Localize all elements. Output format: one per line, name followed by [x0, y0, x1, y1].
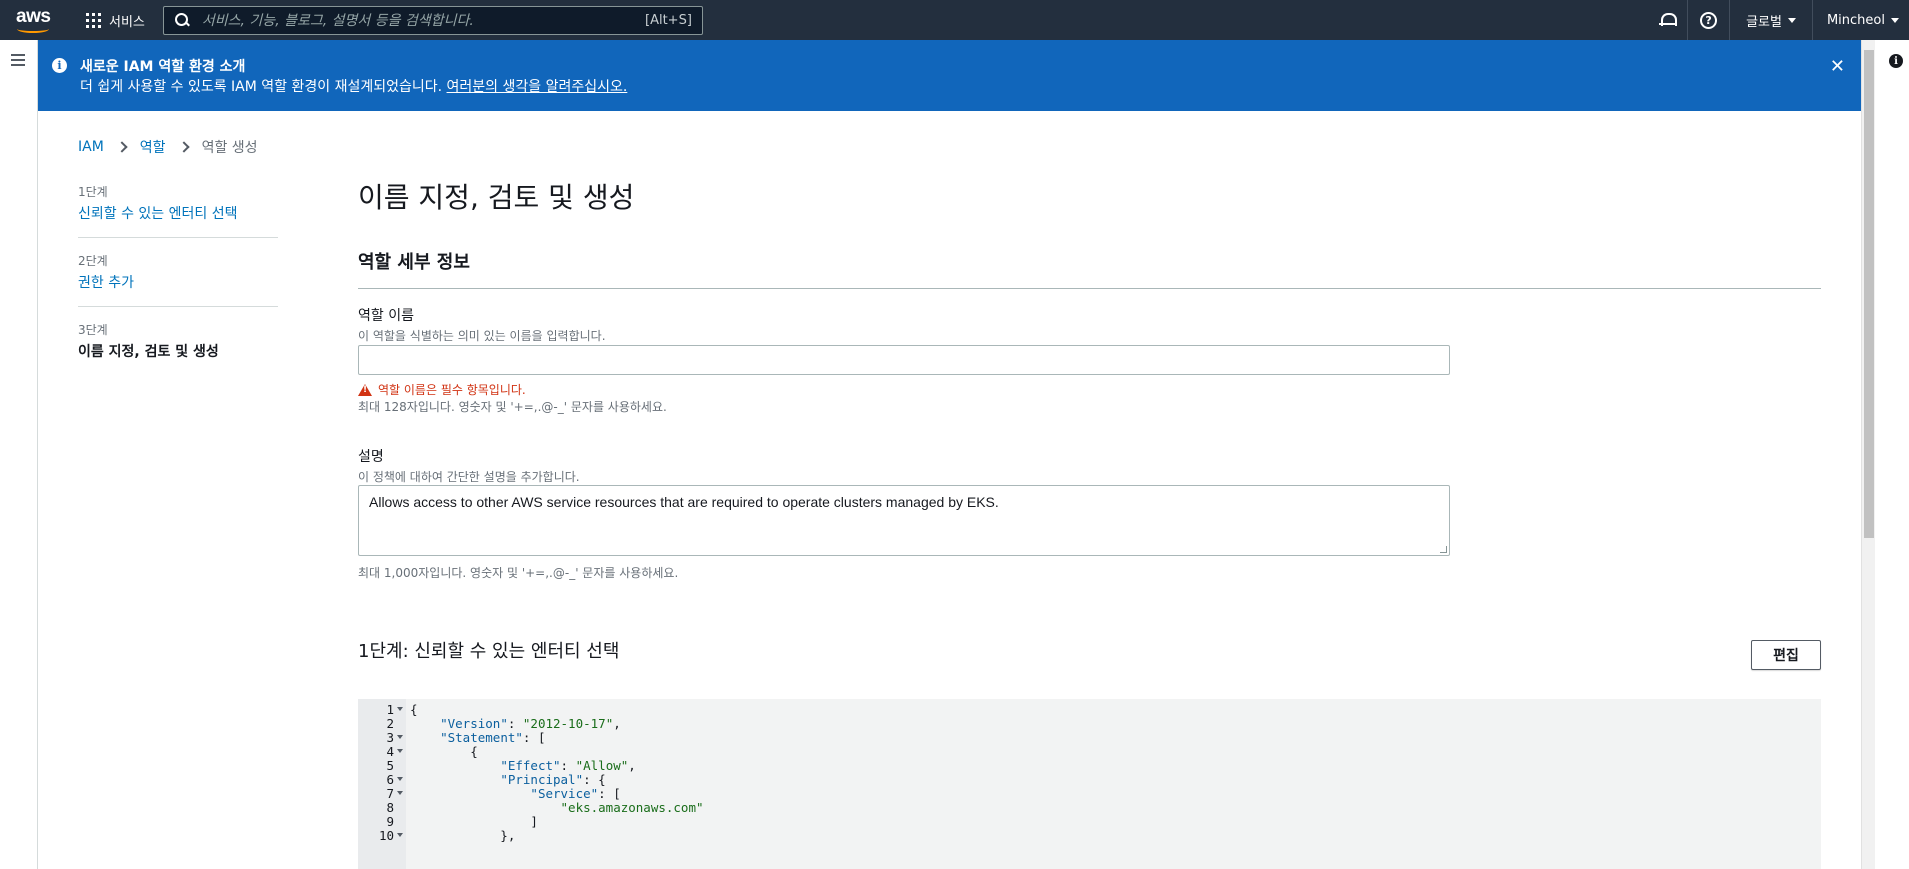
help-button[interactable]: ?: [1687, 0, 1729, 40]
description-label: 설명: [358, 449, 384, 465]
wizard-steps: 1단계 신뢰할 수 있는 엔터티 선택 2단계 권한 추가 3단계 이름 지정,…: [78, 183, 278, 389]
flash-message: 더 쉽게 사용할 수 있도록 IAM 역할 환경이 재설계되었습니다. 여러분의…: [80, 76, 627, 96]
description-field: 설명 이 정책에 대하여 간단한 설명을 추가합니다.: [358, 446, 580, 485]
warning-icon: [358, 383, 372, 396]
fold-arrow-icon[interactable]: [397, 833, 403, 837]
role-name-description: 이 역할을 식별하는 의미 있는 이름을 입력합니다.: [358, 329, 606, 343]
services-menu-button[interactable]: 서비스: [82, 0, 149, 40]
step-1: 1단계 신뢰할 수 있는 엔터티 선택: [78, 183, 278, 238]
trust-policy-editor[interactable]: 1{2 "Version": "2012-10-17", 3 "Statement…: [358, 699, 1821, 869]
scrollbar[interactable]: [1861, 40, 1875, 869]
info-icon: i: [52, 58, 67, 73]
search-shortcut: [Alt+S]: [645, 12, 692, 28]
resize-handle[interactable]: [1440, 546, 1447, 553]
fold-arrow-icon[interactable]: [397, 791, 403, 795]
account-menu[interactable]: Mincheol: [1811, 0, 1909, 40]
role-name-hint: 최대 128자입니다. 영숫자 및 '+=,.@-_' 문자를 사용하세요.: [358, 400, 667, 414]
breadcrumb-roles[interactable]: 역할: [140, 137, 166, 157]
code-text: },: [410, 828, 516, 843]
line-number: 10: [378, 828, 394, 843]
code-line: 10 },: [358, 827, 1821, 844]
step-2: 2단계 권한 추가: [78, 252, 278, 307]
services-label: 서비스: [109, 14, 145, 30]
section-title: 역할 세부 정보: [358, 252, 470, 273]
description-textarea[interactable]: Allows access to other AWS service resou…: [358, 485, 1450, 556]
top-navigation: aws 서비스 서비스, 기능, 블로그, 설명서 등을 검색합니다. [Alt…: [0, 0, 1909, 40]
flash-title: 새로운 IAM 역할 환경 소개: [80, 59, 246, 75]
chevron-right-icon: [116, 141, 128, 153]
step1-section-title: 1단계: 신뢰할 수 있는 엔터티 선택: [358, 641, 620, 662]
role-name-error-text: 역할 이름은 필수 항목입니다.: [378, 383, 526, 397]
breadcrumb-current: 역할 생성: [201, 140, 258, 156]
notifications-button[interactable]: [1647, 0, 1687, 40]
search-placeholder: 서비스, 기능, 블로그, 설명서 등을 검색합니다.: [201, 13, 474, 29]
right-rail: i: [1861, 40, 1909, 869]
flash-banner: i 새로운 IAM 역할 환경 소개 더 쉽게 사용할 수 있도록 IAM 역할…: [38, 40, 1861, 111]
page-title: 이름 지정, 검토 및 생성: [358, 181, 635, 214]
aws-logo[interactable]: aws: [10, 0, 76, 40]
left-rail: [0, 40, 38, 869]
breadcrumb-iam[interactable]: IAM: [78, 139, 104, 155]
fold-arrow-icon[interactable]: [397, 777, 403, 781]
user-label: Mincheol: [1826, 12, 1885, 28]
chevron-right-icon: [177, 141, 190, 153]
step-link-add-permissions[interactable]: 권한 추가: [78, 272, 278, 292]
caret-down-icon: [1891, 17, 1899, 23]
breadcrumb: IAM 역할 역할 생성: [78, 137, 258, 157]
flash-message-text: 더 쉽게 사용할 수 있도록 IAM 역할 환경이 재설계되었습니다.: [80, 79, 447, 95]
region-label: 글로벌: [1746, 14, 1782, 30]
aws-smile-mark: [17, 25, 49, 33]
role-name-error: 역할 이름은 필수 항목입니다.: [358, 381, 526, 398]
role-name-label: 역할 이름: [358, 308, 414, 324]
search-input[interactable]: 서비스, 기능, 블로그, 설명서 등을 검색합니다. [Alt+S]: [162, 5, 703, 35]
step-link-trusted-entity[interactable]: 신뢰할 수 있는 엔터티 선택: [78, 203, 278, 223]
fold-arrow-icon[interactable]: [397, 749, 403, 753]
step-number: 1단계: [78, 185, 108, 199]
step-number: 2단계: [78, 254, 108, 268]
grid-icon: [86, 12, 101, 28]
fold-arrow-icon[interactable]: [397, 735, 403, 739]
description-hint: 최대 1,000자입니다. 영숫자 및 '+=,.@-_' 문자를 사용하세요.: [358, 566, 679, 580]
menu-icon[interactable]: [11, 54, 25, 66]
search-icon: [174, 12, 190, 28]
close-icon[interactable]: ✕: [1830, 56, 1845, 77]
description-description: 이 정책에 대하여 간단한 설명을 추가합니다.: [358, 470, 580, 484]
feedback-link[interactable]: 여러분의 생각을 알려주십시오.: [447, 79, 628, 95]
role-name-field: 역할 이름 이 역할을 식별하는 의미 있는 이름을 입력합니다.: [358, 305, 606, 344]
description-value: Allows access to other AWS service resou…: [369, 494, 999, 510]
step-number: 3단계: [78, 323, 108, 337]
info-panel-icon[interactable]: i: [1889, 54, 1903, 68]
caret-down-icon: [1787, 17, 1796, 23]
step-3: 3단계 이름 지정, 검토 및 생성: [78, 321, 278, 375]
edit-button[interactable]: 편집: [1751, 640, 1821, 670]
help-icon: ?: [1700, 11, 1718, 29]
nav-right-group: ? 글로벌 Mincheol: [1647, 0, 1909, 40]
bell-icon: [1659, 12, 1678, 28]
region-menu[interactable]: 글로벌: [1729, 0, 1812, 40]
section-divider: [358, 288, 1821, 289]
scrollbar-thumb[interactable]: [1864, 50, 1874, 538]
fold-arrow-icon[interactable]: [397, 707, 403, 711]
role-name-input[interactable]: [358, 345, 1450, 375]
step-current-label: 이름 지정, 검토 및 생성: [78, 344, 219, 360]
